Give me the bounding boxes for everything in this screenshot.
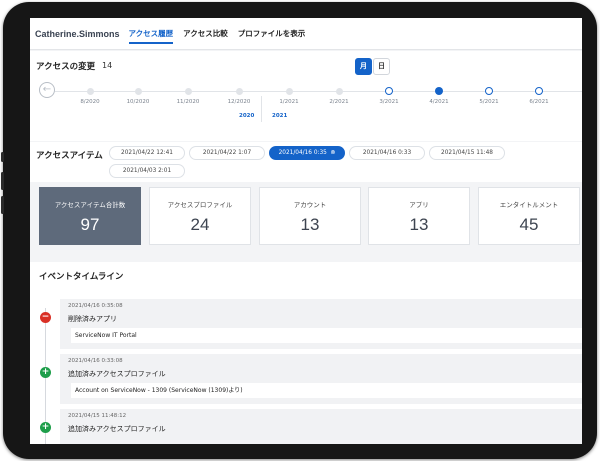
event-type: 追加済みアクセスプロファイル [68, 370, 166, 378]
event-type: 削除済みアプリ [68, 315, 117, 323]
timeline-month-label: 2/2021 [329, 99, 349, 105]
event-time: 2021/04/16 0:33:08 [68, 358, 123, 364]
user-name: Catherine.Simmons [35, 28, 120, 39]
timeline-point[interactable] [385, 87, 393, 95]
plus-circle-icon: + [40, 367, 51, 378]
timeline-back-button[interactable]: ← [39, 82, 55, 98]
tablet-frame: Catherine.Simmons アクセス履歴 アクセス比較 プロファイルを表… [1, 2, 597, 459]
date-chip-selected[interactable]: 2021/04/16 0:35 ⊗ [269, 146, 345, 160]
timeline-month-label: 10/2020 [126, 99, 150, 105]
timeline-point[interactable] [184, 88, 192, 95]
tab-access-comparison[interactable]: アクセス比較 [183, 18, 228, 50]
stat-value: 24 [190, 215, 210, 234]
timeline-point-selected[interactable] [435, 87, 443, 95]
timeline-month-label: 6/2021 [529, 99, 549, 105]
stat-label: アクセスアイテム合計数 [54, 201, 126, 209]
date-chip-label: 2021/04/16 0:35 [278, 150, 327, 156]
stat-card-access-profiles[interactable]: アクセスプロファイル 24 [149, 187, 251, 245]
access-changes-title: アクセスの変更 [36, 62, 96, 72]
event-card[interactable]: 2021/04/15 11:48:12 追加済みアクセスプロファイル [60, 409, 582, 444]
stat-label: アカウント [293, 201, 327, 209]
stat-value: 13 [409, 215, 429, 234]
tab-access-history[interactable]: アクセス履歴 [128, 18, 173, 50]
date-chip[interactable]: 2021/04/16 0:33 [349, 146, 425, 160]
timeline-point[interactable] [86, 88, 94, 95]
timeline-point[interactable] [335, 88, 343, 95]
device-side-button [1, 172, 4, 190]
stat-value: 13 [300, 215, 320, 234]
event-detail: Account on ServiceNow - 1309 (ServiceNow… [71, 383, 582, 398]
top-bar: Catherine.Simmons アクセス履歴 アクセス比較 プロファイルを表… [30, 18, 582, 50]
arrow-left-icon: ← [42, 84, 52, 95]
timeline-month-label: 5/2021 [479, 99, 499, 105]
tab-view-profile[interactable]: プロファイルを表示 [238, 18, 306, 50]
date-chip[interactable]: 2021/04/22 12:41 [109, 146, 185, 160]
date-chip[interactable]: 2021/04/03 2:01 [109, 164, 185, 178]
plus-circle-icon: + [40, 422, 51, 433]
access-items-panel: アクセスアイテム 2021/04/22 12:41 2021/04/22 1:0… [30, 142, 582, 182]
timeline-point[interactable] [235, 88, 243, 95]
stat-card-accounts[interactable]: アカウント 13 [259, 187, 361, 245]
date-chip[interactable]: 2021/04/22 1:07 [189, 146, 265, 160]
stat-value: 45 [519, 215, 539, 234]
event-detail: ServiceNow IT Portal [71, 328, 582, 343]
access-items-title: アクセスアイテム [36, 151, 103, 161]
timeline-month-label: 1/2021 [279, 99, 299, 105]
device-side-button [1, 152, 4, 162]
minus-circle-icon: − [40, 312, 51, 323]
app-screen: Catherine.Simmons アクセス履歴 アクセス比較 プロファイルを表… [30, 18, 582, 444]
event-card[interactable]: 2021/04/16 0:35:08 削除済みアプリ ServiceNow IT… [60, 299, 582, 349]
day-view-button[interactable]: 日 [373, 58, 390, 75]
timeline-month-label: 4/2021 [429, 99, 449, 105]
timeline-point[interactable] [485, 87, 493, 95]
event-card[interactable]: 2021/04/16 0:33:08 追加済みアクセスプロファイル Accoun… [60, 354, 582, 404]
timeline-month-label: 8/2020 [80, 99, 100, 105]
close-circle-icon[interactable]: ⊗ [329, 150, 336, 156]
timeline-point[interactable] [535, 87, 543, 95]
year-label: 2021 [272, 113, 288, 119]
event-timeline-panel: イベントタイムライン − 2021/04/16 0:35:08 削除済みアプリ … [30, 262, 582, 444]
access-changes-count: 14 [102, 61, 113, 70]
timeline-point[interactable] [134, 88, 142, 95]
timeline-month-label: 3/2021 [379, 99, 399, 105]
stat-card-entitlements[interactable]: エンタイトルメント 45 [478, 187, 580, 245]
stat-value: 97 [80, 215, 100, 234]
timeline-point[interactable] [285, 88, 293, 95]
date-chip[interactable]: 2021/04/15 11:48 [429, 146, 505, 160]
year-divider [261, 96, 262, 122]
timeline-month-label: 11/2020 [176, 99, 200, 105]
event-timeline-title: イベントタイムライン [39, 272, 124, 282]
event-type: 追加済みアクセスプロファイル [68, 425, 166, 433]
stat-card-total-items[interactable]: アクセスアイテム合計数 97 [39, 187, 141, 245]
device-side-button [1, 196, 4, 214]
stat-card-apps[interactable]: アプリ 13 [368, 187, 470, 245]
access-changes-panel: アクセスの変更 14 月 日 ← 8/2020 10/2020 11/2020 … [30, 51, 582, 141]
stat-label: アクセスプロファイル [167, 201, 233, 209]
event-time: 2021/04/15 11:48:12 [68, 413, 127, 419]
event-time: 2021/04/16 0:35:08 [68, 303, 123, 309]
year-label: 2020 [239, 113, 255, 119]
month-view-button[interactable]: 月 [355, 58, 372, 75]
stat-label: アプリ [409, 201, 429, 209]
stat-label: エンタイトルメント [499, 201, 559, 209]
timeline-month-label: 12/2020 [227, 99, 251, 105]
